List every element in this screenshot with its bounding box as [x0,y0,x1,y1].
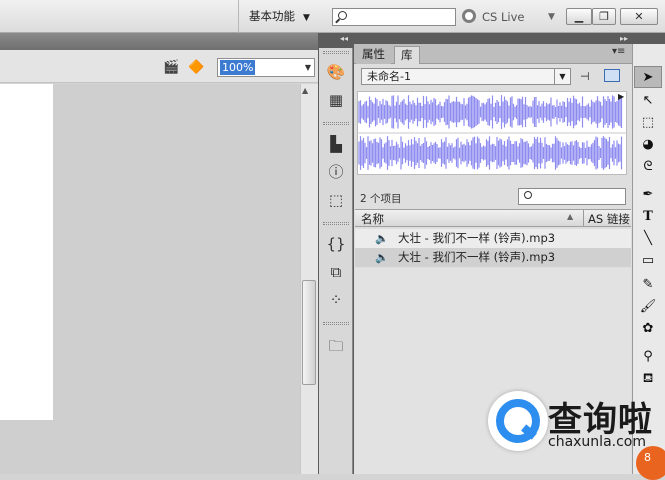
play-icon[interactable]: ▶ [618,92,624,101]
document-tab-strip [0,33,318,50]
expand-icon[interactable]: ◂◂ [340,34,348,43]
motion-presets-icon[interactable]: ⁘ [319,286,353,314]
sound-icon: 🔈 [375,232,389,245]
chevron-down-icon: ▼ [303,13,310,23]
dock-gripper[interactable] [323,122,349,125]
chevron-down-icon[interactable]: ▼ [548,8,555,26]
help-search-input[interactable] [332,8,456,26]
project-icon[interactable]: 🗀 [319,332,353,360]
library-item[interactable]: 🔈 大壮 - 我们不一样 (铃声).mp3 [355,248,631,267]
sound-icon: 🔈 [375,251,389,264]
rectangle-tool-icon[interactable]: ▭ [634,250,662,272]
dock-gripper[interactable] [323,222,349,225]
zoom-select[interactable]: 100% ▼ [217,58,315,77]
cs-live-button[interactable]: CS Live [462,8,524,26]
panel-header [354,33,632,44]
vertical-scrollbar[interactable] [300,84,318,474]
workspace-switcher[interactable]: 基本功能 ▼ [238,0,320,33]
tab-library[interactable]: 库 [394,46,420,64]
new-library-panel-icon[interactable] [604,69,620,82]
zoom-value: 100% [220,60,256,75]
brush-tool-icon[interactable]: 🖌 [634,296,662,318]
dock-gripper[interactable] [323,51,349,54]
column-name-header[interactable]: 名称 [361,211,384,227]
color-palette-icon[interactable]: 🎨 [319,58,353,86]
chevron-down-icon[interactable]: ▼ [554,69,570,84]
tools-header [632,33,665,44]
pen-tool-icon[interactable]: ✒ [634,184,662,206]
restore-button[interactable]: ❐ [592,8,616,25]
document-name: 未命名-1 [367,70,411,83]
cs-live-label: CS Live [482,10,525,24]
pin-library-icon[interactable]: ⊣ [580,70,590,83]
minimize-button[interactable]: ▁ [566,8,592,25]
deco-tool-icon[interactable]: ✿ [634,318,662,340]
bone-tool-icon[interactable]: ⚲ [634,346,662,368]
selection-tool-icon[interactable]: ➤ [634,66,662,88]
free-transform-tool-icon[interactable]: ⬚ [634,112,662,134]
paint-bucket-tool-icon[interactable]: ⛾ [634,368,662,390]
edit-symbols-icon[interactable]: 🔶 [188,60,204,75]
3d-rotation-tool-icon[interactable]: ◕ [634,134,662,156]
waveform-preview [357,95,627,170]
library-item-name: 大壮 - 我们不一样 (铃声).mp3 [398,231,556,245]
swatches-grid-icon[interactable]: ▦ [319,86,353,114]
column-separator[interactable] [583,210,584,226]
info-icon[interactable]: ⓘ [319,158,353,186]
library-item[interactable]: 🔈 大壮 - 我们不一样 (铃声).mp3 [355,229,631,248]
dock-gripper[interactable] [323,322,349,325]
close-button[interactable]: ✕ [620,8,658,25]
panel-menu-icon[interactable]: ▾≡ [612,46,625,57]
collapse-icon[interactable]: ▸▸ [620,34,628,43]
watermark-url: chaxunla.com [548,434,646,450]
sort-icon[interactable]: ▲ [567,212,573,221]
lasso-tool-icon[interactable]: ᘓ [634,156,662,178]
edit-scene-icon[interactable]: 🎬 [163,60,179,75]
item-count: 2 个项目 [360,193,402,205]
subselection-tool-icon[interactable]: ↖ [634,90,662,112]
scrollbar-thumb[interactable] [302,280,316,385]
cs-live-icon [462,9,476,23]
text-tool-icon[interactable]: T [634,206,662,228]
watermark-badge: 8 [636,446,665,480]
tab-properties[interactable]: 属性 [356,46,391,64]
library-search-input[interactable] [518,188,626,205]
waveform-left-channel [358,95,623,129]
scroll-up-icon[interactable]: ▲ [302,86,308,95]
line-tool-icon[interactable]: ╲ [634,228,662,250]
workspace-label: 基本功能 [249,9,295,23]
waveform-right-channel [358,136,623,170]
column-link-header[interactable]: AS 链接 [588,211,630,227]
library-document-select[interactable]: 未命名-1 [361,68,571,85]
library-item-name: 大壮 - 我们不一样 (铃声).mp3 [398,250,556,264]
chevron-down-icon: ▼ [304,63,311,72]
search-icon [338,11,347,20]
code-snippets-icon[interactable]: {} [319,230,353,258]
stage[interactable] [0,84,53,420]
transform-icon[interactable]: ⬚ [319,186,353,214]
components-icon[interactable]: ⧉ [319,258,353,286]
search-icon [524,191,532,199]
pencil-tool-icon[interactable]: ✎ [634,274,662,296]
align-icon[interactable]: ▙ [319,130,353,158]
